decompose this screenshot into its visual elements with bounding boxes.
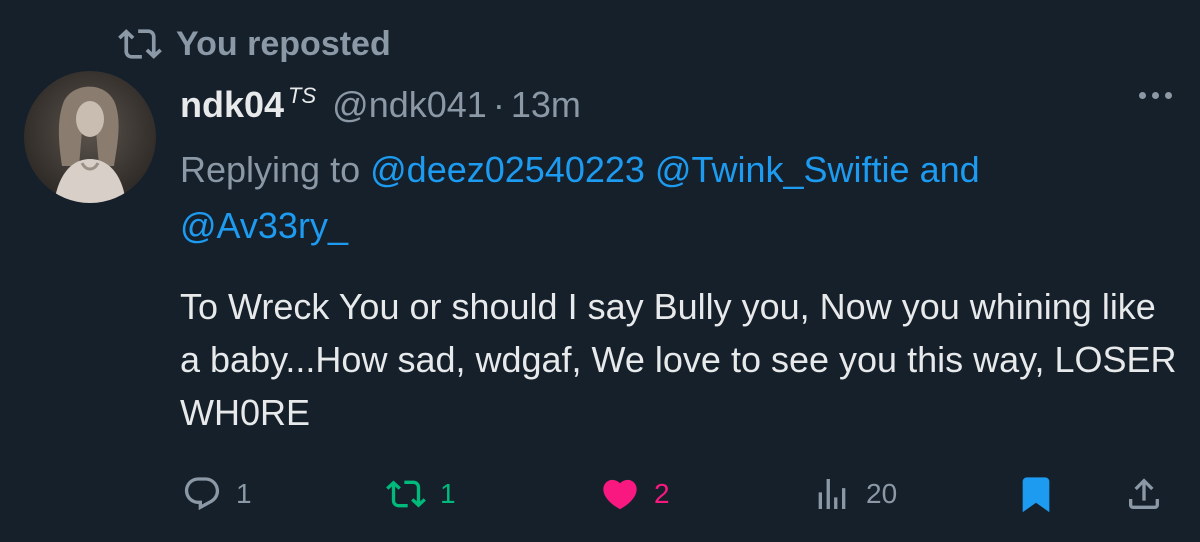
author-name-superscript: TS — [288, 83, 317, 108]
avatar[interactable] — [24, 71, 156, 203]
like-count: 2 — [654, 478, 670, 509]
mention-conjunction: and — [919, 149, 980, 190]
tweet-header: ndk04 TS @ndk041 · 13m — [180, 83, 581, 126]
more-options-button[interactable] — [1139, 92, 1172, 99]
action-bar: 1 1 2 20 — [0, 468, 1200, 522]
share-icon — [1129, 478, 1159, 509]
views-chart-icon — [818, 479, 846, 509]
more-dot-icon — [1139, 92, 1146, 99]
mention-link[interactable]: @Twink_Swiftie — [655, 149, 910, 190]
reply-button[interactable]: 1 — [182, 474, 252, 514]
views-count: 20 — [866, 478, 898, 509]
profile-photo-icon — [24, 71, 156, 203]
bookmark-button[interactable] — [1016, 474, 1056, 514]
replying-to: Replying to @deez02540223 @Twink_Swiftie… — [180, 142, 1180, 254]
more-dot-icon — [1152, 92, 1159, 99]
author-handle[interactable]: @ndk041 — [332, 84, 487, 126]
heart-icon — [603, 479, 637, 510]
separator-dot: · — [492, 84, 505, 125]
repost-label: You reposted — [176, 24, 391, 63]
repost-icon — [118, 29, 162, 59]
timestamp[interactable]: 13m — [511, 84, 581, 126]
mention-link[interactable]: @Av33ry_ — [180, 205, 348, 246]
tweet-text: To Wreck You or should I say Bully you, … — [180, 286, 1177, 433]
repost-count: 1 — [440, 478, 456, 509]
views-button[interactable]: 20 — [812, 474, 897, 514]
author-name[interactable]: ndk04 — [180, 84, 284, 126]
repost-icon — [386, 480, 426, 508]
share-button[interactable] — [1124, 474, 1164, 514]
reply-icon — [184, 477, 220, 511]
mention-link[interactable]: @deez02540223 — [370, 149, 645, 190]
reply-count: 1 — [236, 478, 252, 509]
more-dot-icon — [1165, 92, 1172, 99]
replying-to-prefix: Replying to — [180, 149, 361, 190]
repost-indicator[interactable]: You reposted — [118, 22, 391, 66]
repost-button[interactable]: 1 — [386, 474, 456, 514]
bookmark-icon — [1022, 477, 1050, 513]
like-button[interactable]: 2 — [600, 474, 670, 514]
